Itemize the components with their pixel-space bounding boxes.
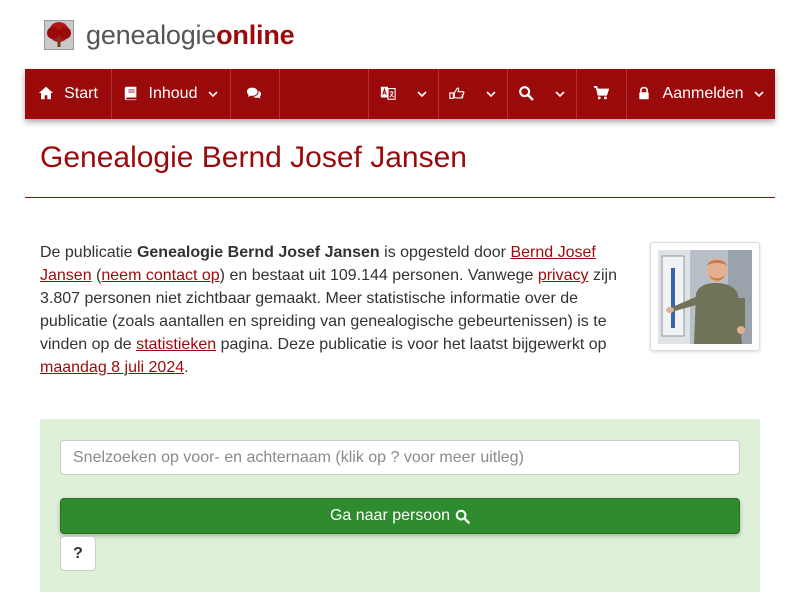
publication-description: De publicatie Genealogie Bernd Josef Jan… — [40, 241, 630, 379]
intro-text: is opgesteld door — [379, 244, 511, 261]
intro-text: ( — [91, 267, 102, 284]
contact-link[interactable]: neem contact op — [101, 267, 219, 284]
page-title: Genealogie Bernd Josef Jansen — [40, 141, 467, 174]
publication-name: Genealogie Bernd Josef Jansen — [136, 244, 380, 261]
nav-spacer — [280, 69, 369, 119]
main-navbar: Start Inhoud Aanmelden — [25, 69, 775, 119]
cart-icon — [593, 85, 611, 103]
brand-name-part1: genealogie — [86, 19, 217, 50]
brand-name: genealogieonline — [86, 19, 295, 51]
intro-text: . — [184, 359, 189, 376]
nav-inhoud[interactable]: Inhoud — [112, 69, 231, 119]
brand-name-part2: online — [216, 19, 295, 50]
author-photo-image — [658, 250, 752, 344]
nav-login[interactable]: Aanmelden — [627, 69, 775, 119]
nav-inhoud-label: Inhoud — [148, 85, 198, 102]
site-logo[interactable]: genealogieonline — [44, 18, 295, 52]
title-divider — [25, 197, 775, 198]
book-icon — [123, 85, 141, 103]
go-to-person-button[interactable]: Ga naar persoon — [60, 498, 740, 534]
search-icon — [518, 85, 536, 103]
nav-start[interactable]: Start — [25, 69, 112, 119]
search-help-button[interactable]: ? — [60, 536, 96, 571]
home-icon — [38, 85, 56, 103]
intro-text: ) en bestaat uit 109.144 personen. Vanwe… — [219, 267, 538, 284]
chevron-down-icon — [753, 88, 765, 100]
last-updated-link[interactable]: maandag 8 juli 2024 — [40, 359, 184, 376]
quick-search-panel: Ga naar persoon ? — [40, 419, 760, 592]
share-icon — [449, 85, 467, 103]
nav-forum[interactable] — [231, 69, 280, 119]
chevron-down-icon — [485, 88, 497, 100]
intro-text: De publicatie — [40, 244, 137, 261]
nav-language[interactable] — [369, 69, 439, 119]
chevron-down-icon — [207, 88, 219, 100]
go-to-person-label: Ga naar persoon — [329, 507, 451, 524]
search-input[interactable] — [60, 440, 740, 475]
language-icon — [380, 85, 398, 103]
comments-icon — [246, 85, 264, 103]
author-photo[interactable] — [650, 242, 760, 351]
statistics-link[interactable]: statistieken — [136, 336, 216, 353]
intro-text: pagina. Deze publicatie is voor het laat… — [216, 336, 607, 353]
nav-search[interactable] — [508, 69, 577, 119]
tree-logo-icon — [44, 20, 74, 50]
nav-login-label: Aanmelden — [662, 85, 744, 102]
privacy-link[interactable]: privacy — [538, 267, 589, 284]
nav-share[interactable] — [439, 69, 508, 119]
lock-icon — [637, 85, 655, 103]
chevron-down-icon — [416, 88, 428, 100]
search-icon — [455, 509, 470, 524]
nav-cart[interactable] — [577, 69, 627, 119]
chevron-down-icon — [554, 88, 566, 100]
nav-start-label: Start — [64, 85, 98, 102]
